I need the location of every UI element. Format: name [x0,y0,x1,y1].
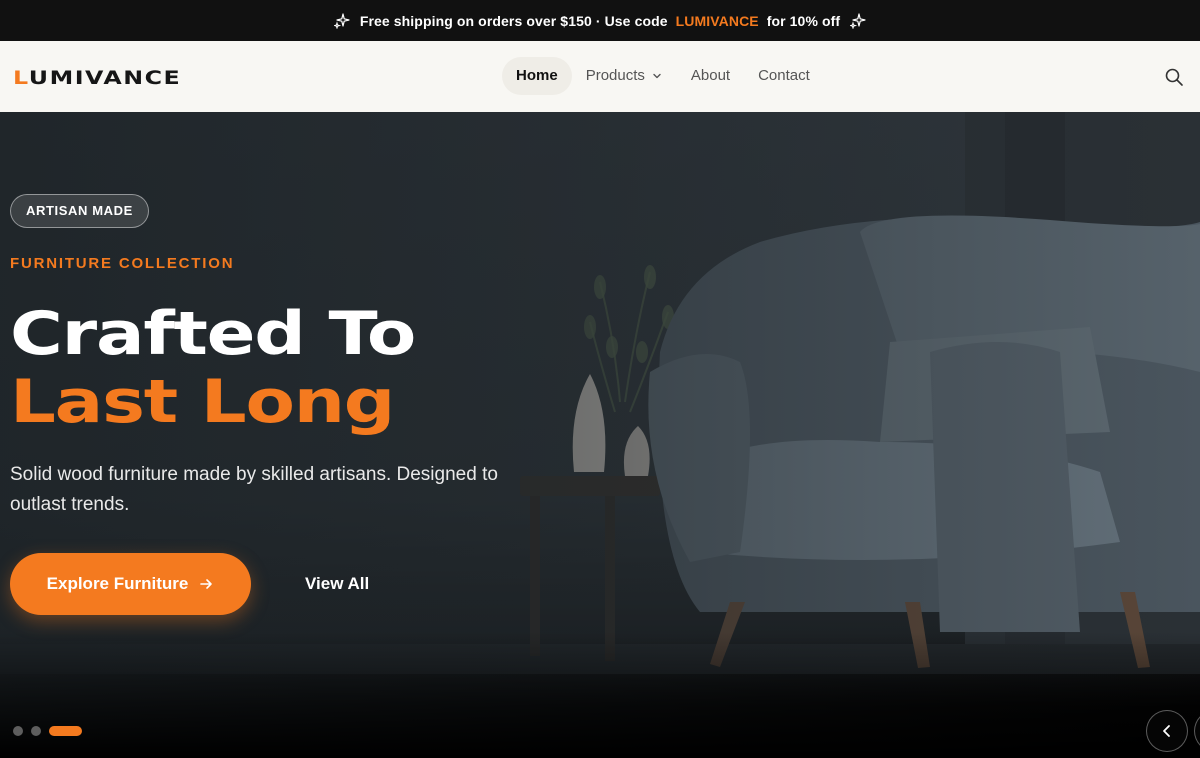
main-navbar: LUMIVANCE Home Products About Contact [0,41,1200,113]
carousel-indicators [13,726,90,736]
nav-label: Products [585,67,645,84]
hero-banner: ARTISAN MADE FURNITURE COLLECTION Crafte… [0,112,1200,758]
announcement-text: Free shipping on orders over $150 · Use … [359,12,672,29]
explore-furniture-button[interactable]: Explore Furniture [10,553,251,615]
nav-label: About [690,67,731,84]
announcement-suffix: for 10% off [762,12,841,29]
button-label: Explore Furniture [46,574,189,593]
carousel-dot[interactable] [31,726,41,736]
announcement-bar: Free shipping on orders over $150 · Use … [0,0,1200,41]
search-icon[interactable] [1164,67,1184,87]
hero-heading-line1: Crafted To [10,299,416,369]
promo-code: LUMIVANCE [675,12,759,29]
hero-subtitle: Solid wood furniture made by skilled art… [10,464,498,515]
artisan-badge: ARTISAN MADE [10,194,149,228]
brand-logo[interactable]: LUMIVANCE [13,67,181,89]
hero-heading: Crafted To Last Long [10,299,416,437]
nav-item-about[interactable]: About [677,57,744,95]
logo-text: UMIVANCE [28,67,182,89]
nav-menu: Home Products About Contact [502,57,824,95]
hero-heading-line2: Last Long [10,367,395,437]
hero-eyebrow: FURNITURE COLLECTION [10,255,235,272]
carousel-prev-button[interactable] [1146,710,1188,752]
logo-lead-letter: L [13,67,29,89]
nav-item-home[interactable]: Home [502,57,572,95]
sparkle-icon [333,12,350,29]
nav-item-products[interactable]: Products [572,57,677,95]
nav-label: Contact [758,67,810,84]
nav-label: Home [516,67,558,84]
carousel-dot-active[interactable] [49,726,82,736]
arrow-right-icon [200,579,213,589]
sparkle-icon [850,12,866,29]
chevron-down-icon [653,73,661,79]
view-all-link[interactable]: View All [305,574,369,594]
nav-item-contact[interactable]: Contact [744,57,824,95]
carousel-dot[interactable] [13,726,23,736]
chevron-left-icon [1163,725,1170,737]
